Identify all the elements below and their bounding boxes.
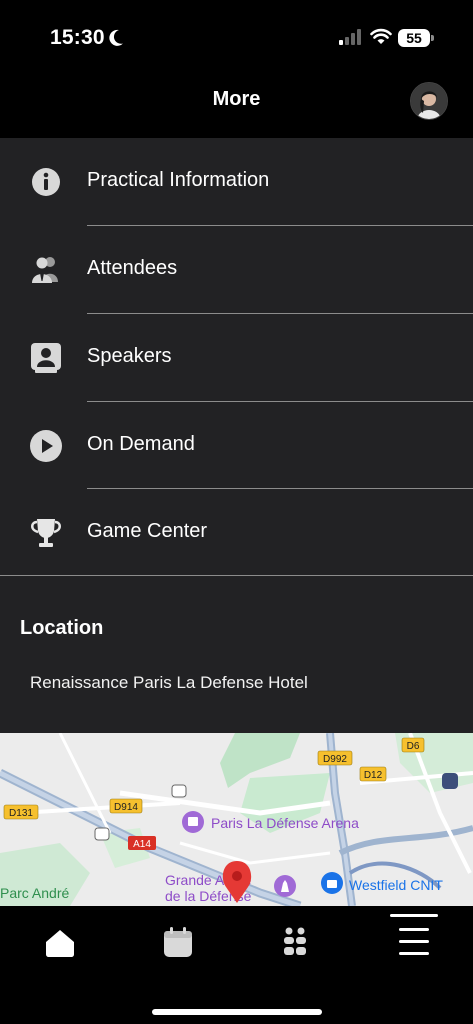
menu-item-label: Practical Information — [87, 169, 270, 191]
battery-indicator: 55 — [398, 29, 430, 47]
play-icon — [30, 430, 62, 462]
bottom-tab-bar — [0, 906, 473, 1024]
status-bar: 15:30 55 — [0, 0, 473, 76]
road-badge-d12: D12 — [359, 766, 387, 782]
menu-item-on-demand[interactable]: On Demand — [0, 402, 473, 489]
menu-item-game-center[interactable]: Game Center — [0, 489, 473, 576]
road-badge-d6: D6 — [401, 737, 425, 753]
map-label-westfield: Westfield CNIT — [349, 877, 443, 893]
svg-text:D12: D12 — [364, 770, 383, 781]
status-time: 15:30 — [50, 26, 105, 49]
menu-item-label: Game Center — [87, 520, 208, 542]
menu-item-speakers[interactable]: Speakers — [0, 314, 473, 401]
transit-icon — [442, 773, 458, 789]
location-map[interactable]: D6 D992 D12 D131 D914 A14 Paris La Défen… — [0, 733, 473, 906]
speaker-icon — [31, 343, 61, 373]
navigation-header: More — [0, 76, 473, 138]
divider — [0, 575, 473, 576]
moon-icon — [109, 29, 123, 46]
home-icon[interactable] — [38, 920, 82, 964]
cellular-signal-icon — [339, 29, 361, 45]
svg-text:D131: D131 — [9, 808, 33, 819]
people-grid-icon[interactable] — [273, 920, 317, 964]
menu-icon[interactable] — [390, 912, 438, 964]
road-badge-a14: A14 — [128, 836, 156, 850]
map-canvas: D6 D992 D12 D131 D914 A14 Paris La Défen… — [0, 733, 473, 906]
menu-item-attendees[interactable]: Attendees — [0, 226, 473, 313]
profile-avatar[interactable] — [410, 82, 448, 120]
people-icon — [32, 257, 58, 283]
svg-text:D6: D6 — [407, 741, 420, 752]
location-address: Renaissance Paris La Defense Hotel — [30, 673, 308, 692]
svg-text:A14: A14 — [133, 839, 151, 850]
transit-icon — [171, 784, 187, 798]
menu-item-label: On Demand — [87, 433, 195, 455]
svg-text:D914: D914 — [114, 802, 138, 813]
road-badge-d131: D131 — [3, 804, 39, 820]
more-menu-panel: Practical Information Attendees Speakers… — [0, 138, 473, 733]
road-badge-d992: D992 — [317, 750, 353, 766]
map-label-arena: Paris La Défense Arena — [211, 815, 359, 831]
transit-icon — [94, 827, 110, 841]
menu-item-label: Attendees — [87, 257, 178, 279]
road-badge-d914: D914 — [109, 798, 143, 814]
calendar-icon[interactable] — [156, 920, 200, 964]
menu-item-label: Speakers — [87, 345, 172, 367]
home-indicator[interactable] — [152, 1009, 322, 1015]
avatar-image — [411, 83, 447, 119]
svg-text:D992: D992 — [323, 754, 347, 765]
info-icon — [32, 168, 60, 196]
map-label-parc: Parc André — [0, 885, 69, 901]
location-heading: Location — [20, 617, 104, 639]
wifi-icon — [370, 28, 392, 44]
battery-tip — [431, 35, 434, 41]
page-title: More — [212, 88, 261, 110]
menu-item-practical-information[interactable]: Practical Information — [0, 138, 473, 225]
trophy-icon — [31, 519, 61, 547]
